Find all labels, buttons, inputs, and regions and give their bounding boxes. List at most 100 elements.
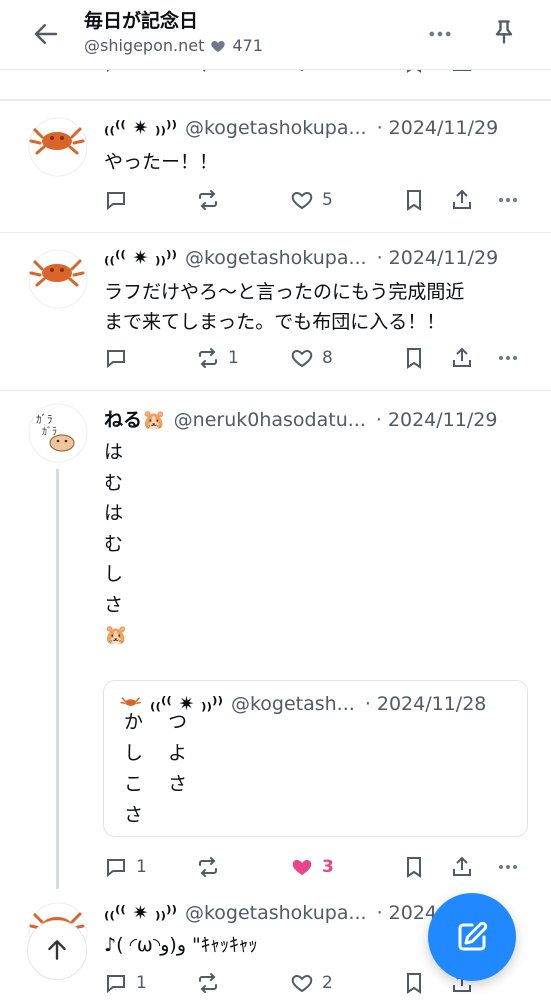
post-header: ₍₍⁽⁽ ✷ ₎₎⁾⁾ @kogetashokupa... · 2024/11/…: [104, 117, 498, 139]
quoted-text-char: よ: [168, 742, 188, 764]
back-button[interactable]: [26, 14, 66, 54]
arrow-up-icon: [48, 940, 66, 960]
crab-avatar-icon: [28, 249, 88, 309]
post-actions: 5: [104, 185, 524, 215]
compose-icon: [458, 921, 488, 951]
bookmark-icon: [407, 190, 421, 211]
feed-creator-handle[interactable]: @shigepon.net: [84, 36, 204, 55]
avatar[interactable]: ｶﾞﾗ ｶﾞﾗ: [28, 403, 88, 463]
post-text: ♪( ◜ω◝و)و "ｷｬｯｷｬｯ: [104, 934, 258, 956]
post-actions: 1 3: [104, 852, 524, 882]
reply-button[interactable]: 1: [104, 852, 147, 882]
display-name[interactable]: ₍₍⁽⁽ ✷ ₎₎⁾⁾: [104, 902, 177, 924]
like-count: 2: [322, 973, 333, 993]
repost-icon: [199, 348, 217, 368]
handle[interactable]: @neruk0hasodatu...: [174, 409, 366, 431]
post-date[interactable]: 2024/11/29: [389, 117, 499, 139]
display-name[interactable]: ₍₍⁽⁽ ✷ ₎₎⁾⁾: [104, 247, 177, 269]
feed-subtitle: @shigepon.net 471: [84, 36, 263, 55]
quoted-text-char: こ: [124, 773, 144, 795]
like-button[interactable]: 5: [290, 185, 333, 215]
more-button[interactable]: [496, 343, 520, 373]
quoted-text-char: さ: [168, 773, 188, 795]
feed-header: 毎日が記念日 @shigepon.net 471: [0, 0, 551, 70]
bookmark-button[interactable]: [402, 968, 426, 998]
like-button[interactable]: 2: [290, 968, 333, 998]
compose-post-button[interactable]: [428, 893, 516, 981]
scroll-to-top-button[interactable]: [27, 920, 87, 980]
heart-icon: [291, 349, 313, 368]
reply-button[interactable]: 1: [104, 968, 147, 998]
bookmark-button[interactable]: [402, 343, 426, 373]
reply-icon: [107, 350, 125, 369]
share-icon: [453, 189, 471, 209]
bookmark-button[interactable]: [402, 185, 426, 215]
repost-icon: [199, 857, 217, 877]
bookmark-icon: [407, 857, 421, 878]
post-date[interactable]: 2024/11/29: [389, 247, 499, 269]
post-date[interactable]: 2024/11/29: [388, 409, 498, 431]
post-text: は む は む し さ 🐹: [104, 437, 128, 651]
ellipsis-icon: [429, 31, 451, 37]
repost-button[interactable]: [196, 185, 228, 215]
share-button[interactable]: [450, 185, 474, 215]
like-button[interactable]: 3: [290, 852, 334, 882]
post-text-line: は: [104, 502, 124, 524]
post-date[interactable]: 2024/11/28: [377, 693, 487, 715]
display-name[interactable]: ねる🐹: [104, 405, 166, 432]
more-button[interactable]: [496, 185, 520, 215]
feed-like-count: 471: [232, 36, 263, 55]
post-text: やったー！！: [104, 151, 219, 173]
post-text-line: ラフだけやろ〜と言ったのにもう完成間近: [104, 281, 465, 303]
repost-count: 1: [228, 348, 239, 368]
like-count: 8: [322, 348, 333, 368]
separator-dot: ·: [376, 117, 383, 139]
quoted-text-char: か: [124, 711, 144, 733]
reply-button[interactable]: [104, 185, 136, 215]
more-button[interactable]: [496, 852, 520, 882]
quoted-text-char: つ: [168, 711, 188, 733]
share-button[interactable]: [450, 343, 474, 373]
heart-icon: [291, 974, 313, 993]
svg-text:ｶﾞﾗ: ｶﾞﾗ: [36, 413, 53, 426]
arrow-left-icon: [34, 24, 58, 44]
avatar[interactable]: [28, 117, 88, 177]
like-count: 3: [322, 857, 334, 877]
reply-icon: [107, 975, 125, 994]
repost-icon: [199, 190, 217, 210]
post-text-line: 🐹: [104, 624, 128, 646]
like-button[interactable]: 8: [290, 343, 333, 373]
repost-button[interactable]: [196, 852, 228, 882]
quoted-text-column: つ よ さ: [168, 707, 192, 800]
handle[interactable]: @kogetashokupa...: [185, 902, 367, 924]
handle[interactable]: @kogetashokupa...: [185, 247, 367, 269]
reply-count: 1: [136, 973, 147, 993]
pin-feed-button[interactable]: [484, 12, 524, 52]
handle[interactable]: @kogetashokupa...: [185, 117, 367, 139]
quoted-post[interactable]: ₍₍⁽⁽ ✷ ₎₎⁾⁾ @kogetash... · 2024/11/28 か …: [103, 680, 528, 837]
post-item[interactable]: ₍₍⁽⁽ ✷ ₎₎⁾⁾ @kogetashokupa... · 2024/11/…: [0, 232, 551, 390]
repost-button[interactable]: 1: [196, 343, 239, 373]
display-name[interactable]: ₍₍⁽⁽ ✷ ₎₎⁾⁾: [104, 117, 177, 139]
quoted-text-char: し: [124, 742, 144, 764]
quoted-text-char: さ: [124, 804, 144, 826]
post-text-line: は: [104, 441, 124, 463]
more-options-button[interactable]: [420, 14, 460, 54]
handle[interactable]: @kogetash...: [231, 693, 355, 715]
post-text: ラフだけやろ〜と言ったのにもう完成間近 まで来てしまった。でも布団に入る！！: [104, 277, 464, 337]
reply-button[interactable]: [104, 343, 136, 373]
post-header: ₍₍⁽⁽ ✷ ₎₎⁾⁾ @kogetashokupa... · 2024/11/…: [104, 247, 498, 269]
bookmark-button[interactable]: [402, 852, 426, 882]
bookmark-icon: [407, 348, 421, 369]
repost-button[interactable]: [196, 968, 228, 998]
thread-line: [56, 469, 59, 889]
reply-icon: [107, 859, 125, 878]
share-button[interactable]: [450, 852, 474, 882]
hamster-avatar-icon: ｶﾞﾗｶﾞﾗ: [28, 403, 88, 463]
post-item[interactable]: ₍₍⁽⁽ ✷ ₎₎⁾⁾ @kogetashokupa... · 2024/11/…: [0, 100, 551, 232]
share-icon: [453, 856, 471, 876]
post-actions: 1 8: [104, 343, 524, 373]
avatar[interactable]: [28, 249, 88, 309]
repost-icon: [199, 973, 217, 993]
post-text-line: まで来てしまった。でも布団に入る！！: [104, 311, 446, 333]
